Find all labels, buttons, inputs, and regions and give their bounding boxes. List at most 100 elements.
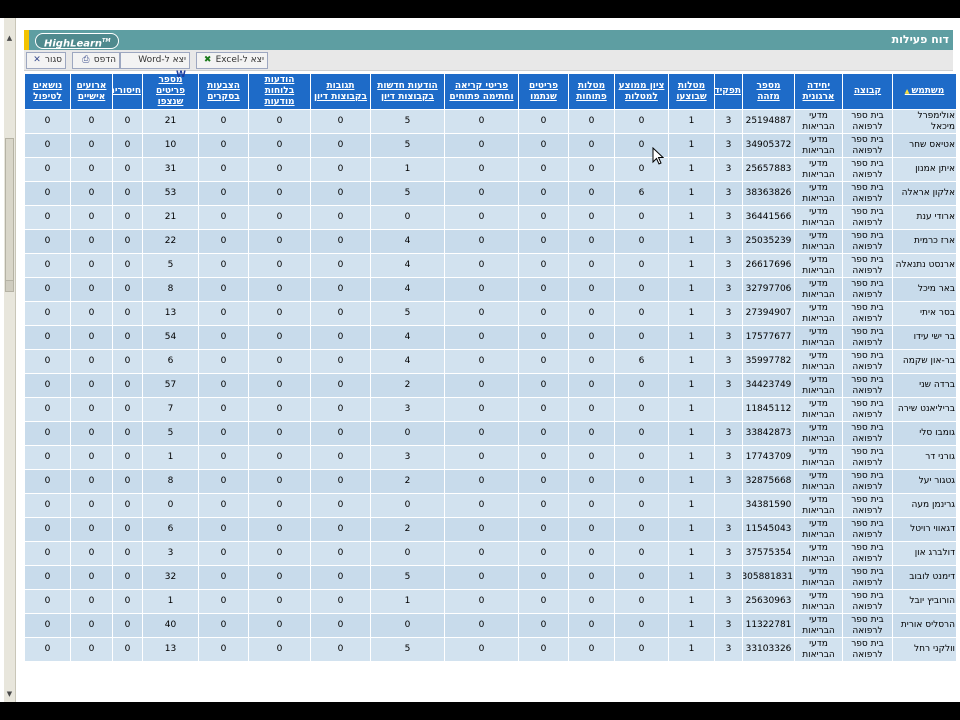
table-cell: 1 xyxy=(668,325,715,350)
scroll-up-arrow-icon[interactable]: ▲ xyxy=(4,32,15,44)
table-cell: 0 xyxy=(568,469,615,494)
table-cell: 0 xyxy=(198,637,249,662)
table-cell: 0 xyxy=(568,301,615,326)
column-header[interactable]: ציון ממוצע למטלות xyxy=(614,73,669,110)
column-header[interactable]: ארועים אישיים xyxy=(70,73,113,110)
table-cell: 0 xyxy=(568,253,615,278)
column-header[interactable]: מטלות פתוחות xyxy=(568,73,615,110)
column-header-label: פריטי קריאה וחתימה פתוחים xyxy=(449,80,514,102)
table-cell: 0 xyxy=(444,157,519,182)
column-header[interactable]: מספר מזהה xyxy=(742,73,795,110)
table-cell: 0 xyxy=(568,637,615,662)
table-cell: 0 xyxy=(24,613,71,638)
table-cell: 0 xyxy=(248,373,311,398)
table-cell: 0 xyxy=(444,637,519,662)
table-cell: 0 xyxy=(248,397,311,422)
vertical-scrollbar[interactable]: ▲ ▼ xyxy=(4,18,16,702)
table-cell: 21 xyxy=(142,109,199,134)
column-header[interactable]: פריטי קריאה וחתימה פתוחים xyxy=(444,73,519,110)
user-name-cell: הורוביץ יובל xyxy=(892,589,957,614)
column-header[interactable]: הודעות בלוחות מודעות xyxy=(248,73,311,110)
column-header[interactable]: פריטים שנתמו xyxy=(518,73,569,110)
table-cell: 1 xyxy=(668,589,715,614)
column-header[interactable]: יחידה ארגונית xyxy=(794,73,843,110)
table-cell: 0 xyxy=(310,253,371,278)
table-cell: בית ספר לרפואה xyxy=(842,229,893,254)
column-header[interactable]: קבוצה xyxy=(842,73,893,110)
column-header[interactable]: מטלות שבוצעו xyxy=(668,73,715,110)
table-cell: 1 xyxy=(142,445,199,470)
export-excel-label: יצא ל-Excel xyxy=(215,55,264,65)
table-cell: 0 xyxy=(70,541,113,566)
scroll-thumb[interactable] xyxy=(5,138,14,290)
column-header[interactable]: מספר פריטים שנצפו xyxy=(142,73,199,110)
table-cell: 4 xyxy=(370,229,445,254)
table-cell: 34423749 xyxy=(742,373,795,398)
table-cell: 26617696 xyxy=(742,253,795,278)
column-header[interactable]: הודעות חדשות בקבוצות דיון xyxy=(370,73,445,110)
export-word-button[interactable]: יצא ל-Word W xyxy=(120,52,190,80)
table-cell: בית ספר לרפואה xyxy=(842,109,893,134)
table-cell: 0 xyxy=(568,325,615,350)
table-cell: 0 xyxy=(198,349,249,374)
table-cell: 0 xyxy=(310,637,371,662)
table-cell: 0 xyxy=(70,325,113,350)
table-cell: 3 xyxy=(714,133,743,158)
column-header[interactable]: משתמש ▲ xyxy=(892,73,957,110)
table-cell: 0 xyxy=(24,445,71,470)
table-cell: 0 xyxy=(370,613,445,638)
table-cell: 0 xyxy=(444,349,519,374)
table-cell: מדעי הבריאות xyxy=(794,229,843,254)
table-cell: בית ספר לרפואה xyxy=(842,205,893,230)
table-cell: 57 xyxy=(142,373,199,398)
column-header[interactable]: תגובות בקבוצות דיון xyxy=(310,73,371,110)
close-button[interactable]: סגור ✕ xyxy=(26,52,66,69)
table-cell: 0 xyxy=(310,229,371,254)
table-row: בריליאנט שירה בית ספר לרפואה מדעי הבריאות 1… xyxy=(24,397,957,422)
table-cell: מדעי הבריאות xyxy=(794,445,843,470)
table-cell: 0 xyxy=(112,133,143,158)
table-cell: 0 xyxy=(248,133,311,158)
table-cell: 0 xyxy=(248,229,311,254)
table-cell: 21 xyxy=(142,205,199,230)
user-name-cell: בר-און שקמה xyxy=(892,349,957,374)
table-cell: 1 xyxy=(668,565,715,590)
table-cell: 0 xyxy=(70,349,113,374)
table-cell: 1 xyxy=(370,589,445,614)
table-cell: בית ספר לרפואה xyxy=(842,421,893,446)
user-name-cell: ארנסט נתנאלה xyxy=(892,253,957,278)
table-cell: 1 xyxy=(668,157,715,182)
table-cell: 0 xyxy=(24,517,71,542)
print-button[interactable]: הדפס ⎙ xyxy=(72,52,120,69)
column-header[interactable]: חיסורים xyxy=(112,73,143,110)
user-name-cell: בריליאנט שירה xyxy=(892,397,957,422)
table-cell: 5 xyxy=(142,253,199,278)
table-cell: מדעי הבריאות xyxy=(794,421,843,446)
scroll-down-arrow-icon[interactable]: ▼ xyxy=(4,688,15,700)
table-cell: 0 xyxy=(310,349,371,374)
mouse-pointer-icon xyxy=(652,147,664,165)
export-excel-button[interactable]: יצא ל-Excel ✖ xyxy=(196,52,268,69)
table-cell: 8 xyxy=(142,277,199,302)
column-header-label: משתמש xyxy=(911,86,945,96)
table-cell: 0 xyxy=(518,349,569,374)
table-cell: 0 xyxy=(444,301,519,326)
table-cell: 3 xyxy=(714,301,743,326)
table-cell: 25035239 xyxy=(742,229,795,254)
table-cell: 0 xyxy=(198,373,249,398)
table-cell: 0 xyxy=(444,277,519,302)
table-cell: 0 xyxy=(248,445,311,470)
column-header[interactable]: הצבעות בסקרים xyxy=(198,73,249,110)
table-cell: בית ספר לרפואה xyxy=(842,469,893,494)
table-cell: 0 xyxy=(518,301,569,326)
table-cell: 3 xyxy=(714,349,743,374)
table-cell: 5 xyxy=(370,181,445,206)
table-cell: 3 xyxy=(714,613,743,638)
table-cell: 0 xyxy=(24,373,71,398)
table-row: אלקון אראלה בית ספר לרפואה מדעי הבריאות 383… xyxy=(24,181,957,206)
column-header[interactable]: תפקיד xyxy=(714,73,743,110)
table-cell: 36441566 xyxy=(742,205,795,230)
column-header[interactable]: נושאים לטיפול xyxy=(24,73,71,110)
table-cell: 3 xyxy=(714,373,743,398)
table-cell: 0 xyxy=(24,277,71,302)
